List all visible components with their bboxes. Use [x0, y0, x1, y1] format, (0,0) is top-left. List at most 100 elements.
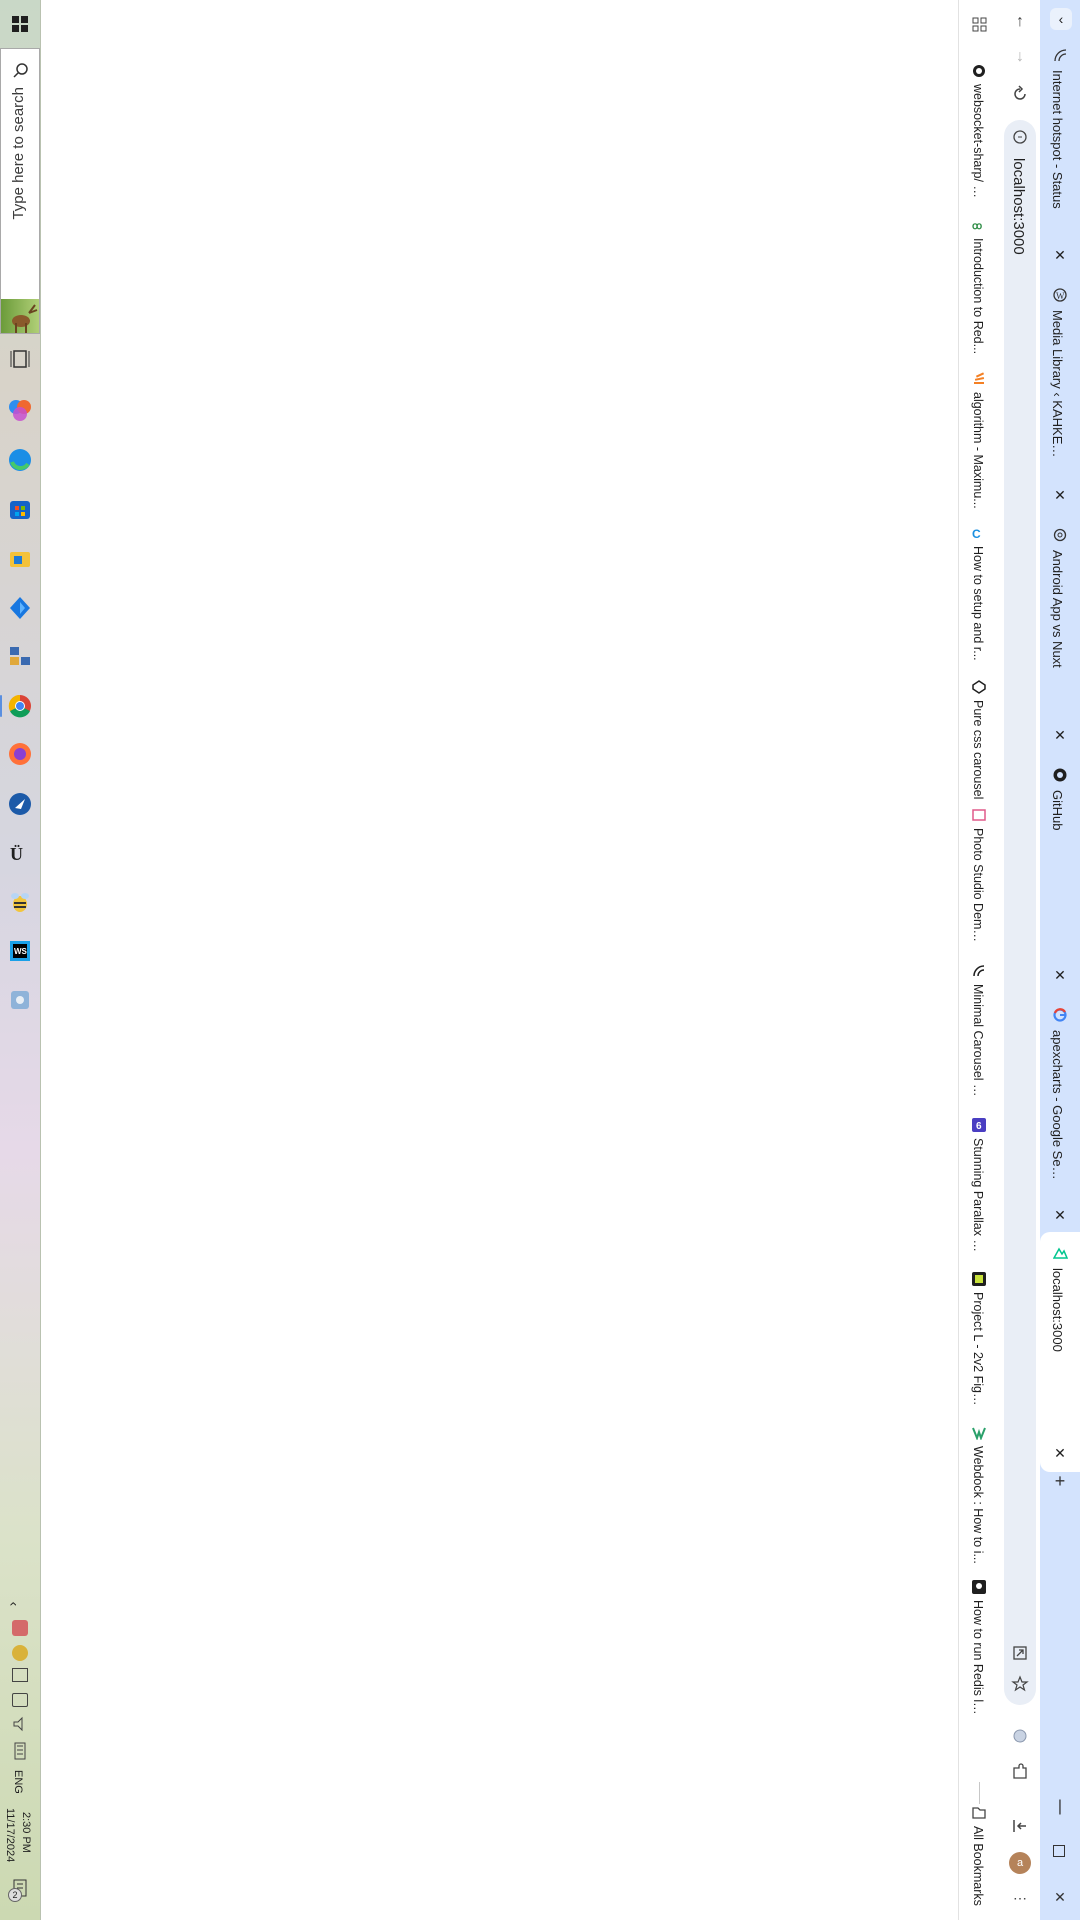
bookmark-item[interactable]: Webdock : How to i...: [968, 1426, 992, 1566]
restore-button[interactable]: [1053, 1845, 1065, 1857]
bookmark-item[interactable]: ꝏ Introduction to Red...: [968, 218, 992, 358]
nuxt-icon: [1053, 1247, 1068, 1259]
svg-text:ꝏ: ꝏ: [972, 221, 982, 232]
bee-app-icon[interactable]: [6, 888, 34, 916]
tab-title: Media Library ‹ KAHKESHAN ST: [1050, 310, 1065, 460]
volume-icon[interactable]: [12, 1716, 28, 1732]
tray-bee-icon[interactable]: [12, 1645, 28, 1661]
tab[interactable]: GitHub ✕: [1040, 760, 1080, 1000]
bookmark-item[interactable]: Minimal Carousel W...: [968, 964, 992, 1104]
clock-time[interactable]: 2:30 PM: [20, 1812, 32, 1853]
side-panel-icon[interactable]: [1010, 1816, 1030, 1836]
install-app-icon[interactable]: [1011, 1644, 1029, 1662]
back-button[interactable]: ↑: [1010, 12, 1030, 32]
reload-button[interactable]: [1010, 84, 1030, 104]
bookmark-item[interactable]: Pure css carousel: [968, 680, 992, 820]
bookmark-star-icon[interactable]: [1011, 1675, 1029, 1693]
intellij-icon[interactable]: Ü: [6, 839, 34, 867]
tab-close-icon[interactable]: ✕: [1053, 488, 1067, 502]
settings-app-icon[interactable]: [6, 986, 34, 1014]
wordpress-icon: W: [1053, 288, 1067, 302]
all-bookmarks-label: All Bookmarks: [971, 1826, 985, 1906]
tab-title: GitHub: [1050, 790, 1065, 831]
menu-kebab-icon[interactable]: ⋯: [1010, 1888, 1030, 1908]
bookmark-item[interactable]: C How to setup and r...: [968, 526, 992, 666]
browser-toolbar: ↑ ↓ localhost:3000 a ⋯: [1000, 0, 1040, 1920]
tab-close-icon[interactable]: ✕: [1053, 1208, 1067, 1222]
tab-close-icon[interactable]: ✕: [1053, 968, 1067, 982]
chrome-icon[interactable]: [6, 692, 34, 720]
webdock-icon: [972, 1427, 986, 1440]
svg-text:W: W: [1056, 291, 1065, 301]
url-text[interactable]: localhost:3000: [1010, 158, 1027, 255]
bookmark-item[interactable]: algorithm - Maximu...: [968, 372, 992, 512]
taskbar: Type here to search Ü WS ‹ ENG 2:30 PM 1…: [0, 0, 41, 1920]
tray-display-icon[interactable]: [12, 1668, 28, 1682]
bookmark-item[interactable]: How to run Redis lo...: [968, 1580, 992, 1720]
apps-grid-icon[interactable]: [971, 16, 989, 34]
bookmarks-bar: websocket-sharp/ a... ꝏ Introduction to …: [958, 0, 1001, 1920]
bookmark-item[interactable]: Photo Studio Demo...: [968, 808, 992, 948]
svg-text:C: C: [972, 527, 981, 540]
forward-button[interactable]: ↓: [1010, 47, 1030, 67]
hotspot-icon: [1054, 49, 1067, 62]
bookmark-item[interactable]: 6 Stunning Parallax Sli...: [968, 1118, 992, 1258]
firefox-icon[interactable]: [6, 740, 34, 768]
redis-article-icon: [972, 1580, 986, 1594]
language-indicator[interactable]: ENG: [12, 1770, 24, 1794]
tab-close-icon[interactable]: ✕: [1053, 248, 1067, 262]
tab[interactable]: Internet hotspot - Status ✕: [1040, 40, 1080, 280]
copilot-icon[interactable]: [6, 396, 34, 424]
tab-search-button[interactable]: ‹: [1050, 8, 1072, 30]
file-explorer-icon[interactable]: [6, 544, 34, 572]
edge-icon[interactable]: [6, 446, 34, 474]
new-tab-button[interactable]: +: [1053, 1472, 1067, 1490]
task-view-icon[interactable]: [6, 345, 34, 373]
parallax-icon: 6: [972, 1118, 986, 1132]
photo-studio-icon: [972, 809, 986, 821]
profile-avatar[interactable]: a: [1009, 1852, 1031, 1874]
site-info-icon[interactable]: [1011, 128, 1029, 146]
tab-close-icon[interactable]: ✕: [1053, 728, 1067, 742]
tab-strip: ‹ Internet hotspot - Status ✕ W Media Li…: [1040, 0, 1080, 1920]
bookmark-label: Stunning Parallax Sli...: [971, 1138, 985, 1256]
address-bar[interactable]: localhost:3000: [1004, 120, 1036, 1705]
taskbar-search[interactable]: Type here to search: [0, 48, 40, 334]
azure-icon[interactable]: [6, 594, 34, 622]
start-button[interactable]: [8, 12, 32, 36]
bookmarks-divider: [979, 1782, 980, 1804]
tray-app-icon[interactable]: [12, 1620, 28, 1636]
minimize-button[interactable]: |: [1053, 1799, 1067, 1815]
geeks-icon: ꝏ: [972, 221, 982, 232]
show-hidden-icons-chevron-icon[interactable]: ‹: [6, 1602, 22, 1607]
bookmark-item[interactable]: Project L - 2v2 Fight...: [968, 1272, 992, 1412]
extensions-puzzle-icon[interactable]: [1010, 1762, 1030, 1782]
tab-close-icon[interactable]: ✕: [1053, 1446, 1067, 1460]
tab-active[interactable]: localhost:3000 ✕: [1040, 1232, 1080, 1472]
bookmark-item[interactable]: websocket-sharp/ a...: [968, 64, 992, 204]
network-app-icon[interactable]: [6, 642, 34, 670]
keyboard-icon[interactable]: [11, 1742, 29, 1760]
search-icon: [13, 63, 28, 78]
tab[interactable]: apexcharts - Google Search ✕: [1040, 1000, 1080, 1240]
svg-text:6: 6: [976, 1121, 982, 1132]
bookmark-label: How to run Redis lo...: [971, 1600, 985, 1718]
close-window-button[interactable]: ✕: [1053, 1890, 1067, 1904]
active-indicator: [0, 695, 2, 717]
navigator-icon[interactable]: [6, 790, 34, 818]
extension-icon[interactable]: [1010, 1726, 1030, 1746]
network-icon[interactable]: [12, 1693, 28, 1707]
notification-center-button[interactable]: 2: [8, 1878, 30, 1902]
github-icon: [1053, 768, 1067, 782]
tab[interactable]: Android App vs Nuxt ✕: [1040, 520, 1080, 760]
all-bookmarks-button[interactable]: All Bookmarks: [968, 1806, 992, 1916]
page-viewport[interactable]: [41, 0, 958, 1920]
webstorm-icon[interactable]: WS: [6, 937, 34, 965]
svg-text:WS: WS: [14, 947, 28, 956]
openai-icon: [1053, 528, 1067, 542]
tab[interactable]: W Media Library ‹ KAHKESHAN ST ✕: [1040, 280, 1080, 520]
clock-date[interactable]: 11/17/2024: [4, 1808, 16, 1862]
bookmark-label: How to setup and r...: [971, 546, 985, 661]
github-icon: [973, 65, 985, 77]
store-icon[interactable]: [6, 495, 34, 523]
